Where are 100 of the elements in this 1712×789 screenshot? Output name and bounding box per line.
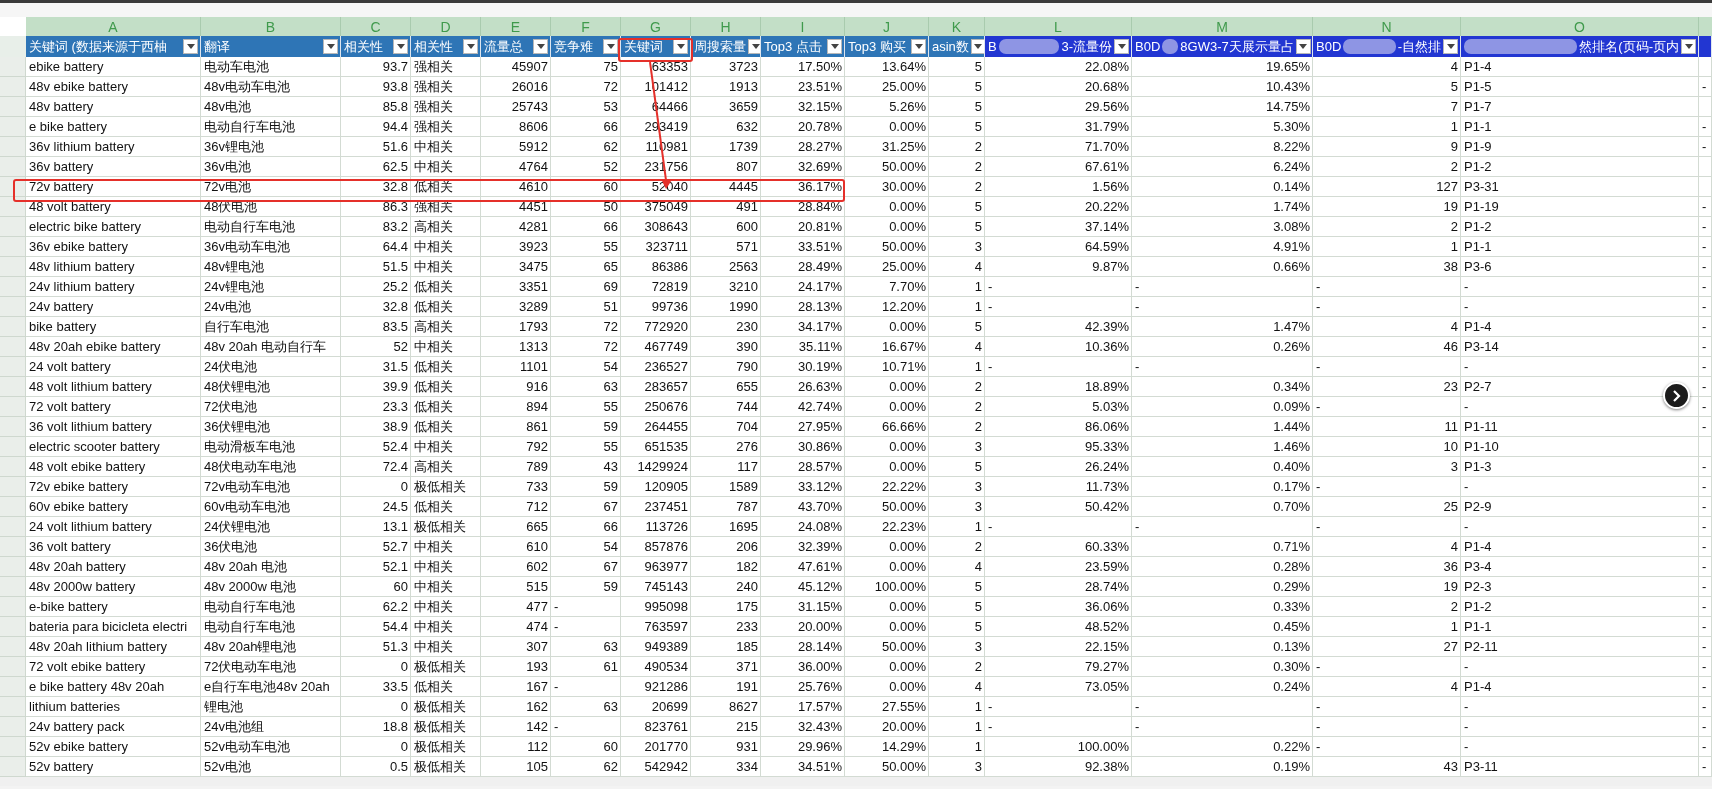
filter-button[interactable] <box>970 39 984 54</box>
column-letter[interactable]: G <box>621 17 691 39</box>
table-cell: 861 <box>481 417 551 437</box>
table-cell: 低相关 <box>411 417 481 437</box>
column-letter[interactable]: I <box>761 17 845 39</box>
table-cell: 5 <box>929 617 985 637</box>
column-letter[interactable]: K <box>929 17 985 39</box>
caret-down-icon <box>751 44 760 49</box>
table-cell: 86386 <box>621 257 691 277</box>
table-cell: - <box>1461 277 1699 297</box>
row-header[interactable] <box>0 197 26 217</box>
table-cell: 51.5 <box>341 257 411 277</box>
table-cell: 54 <box>551 537 621 557</box>
header-label: Top3 购买 <box>848 37 906 56</box>
table-cell: 120905 <box>621 477 691 497</box>
redaction-mark <box>1162 39 1179 54</box>
table-cell: 100.00% <box>845 577 929 597</box>
table-cell: - <box>551 597 621 617</box>
table-cell: 中相关 <box>411 437 481 457</box>
table-cell: 72 <box>551 337 621 357</box>
table-cell: 117 <box>691 457 761 477</box>
filter-button[interactable] <box>183 39 198 54</box>
column-letter[interactable]: A <box>26 17 201 39</box>
table-cell: bateria para bicicleta electri <box>26 617 201 637</box>
table-cell: 20.00% <box>761 617 845 637</box>
table-cell: 36v ebike battery <box>26 237 201 257</box>
table-cell: P2-3 <box>1461 577 1699 597</box>
table-cell: 59 <box>551 577 621 597</box>
table-cell: 67 <box>551 557 621 577</box>
select-all-corner[interactable] <box>0 36 26 57</box>
table-cell: 3923 <box>481 237 551 257</box>
table-cell: 5 <box>929 457 985 477</box>
header-label: Top3 点击 <box>764 37 822 56</box>
table-cell: 48.52% <box>985 617 1132 637</box>
table-cell: 823761 <box>621 717 691 737</box>
filter-button[interactable] <box>603 39 618 54</box>
table-cell: 10.36% <box>985 337 1132 357</box>
table-cell: 24v battery pack <box>26 717 201 737</box>
filter-button[interactable] <box>827 39 842 54</box>
filter-button[interactable] <box>533 39 548 54</box>
table-cell: 48v电池 <box>201 97 341 117</box>
header-label: 然排名(页码-页内 <box>1579 37 1679 56</box>
table-cell: 25.00% <box>845 257 929 277</box>
caret-down-icon <box>536 44 545 49</box>
column-letter[interactable]: H <box>691 17 761 39</box>
table-cell: 0 <box>341 697 411 717</box>
table-cell: 19 <box>1313 197 1461 217</box>
table-cell: 66 <box>551 217 621 237</box>
redaction-mark <box>1343 39 1396 54</box>
column-letter[interactable]: M <box>1132 17 1313 39</box>
table-cell: - <box>1461 477 1699 497</box>
column-letter[interactable]: L <box>985 17 1132 39</box>
filter-button[interactable] <box>1295 39 1311 54</box>
filter-button[interactable] <box>911 39 926 54</box>
table-cell: - <box>1699 657 1712 677</box>
filter-button[interactable] <box>1443 39 1458 54</box>
table-cell: 38 <box>1313 257 1461 277</box>
column-letter[interactable]: B <box>201 17 341 39</box>
filter-button[interactable] <box>463 39 478 54</box>
filter-button[interactable] <box>1681 39 1696 54</box>
filter-button[interactable] <box>1114 39 1129 54</box>
column-letter[interactable]: D <box>411 17 481 39</box>
column-letter[interactable]: F <box>551 17 621 39</box>
row-header[interactable] <box>0 177 26 197</box>
table-cell: 电动自行车电池 <box>201 597 341 617</box>
column-letter[interactable]: E <box>481 17 551 39</box>
table-cell: 48v 20ah lithium battery <box>26 637 201 657</box>
table-cell: 28.14% <box>761 637 845 657</box>
table-cell: 0.40% <box>1132 457 1313 477</box>
filter-button[interactable] <box>323 39 338 54</box>
column-letter[interactable]: C <box>341 17 411 39</box>
filter-button[interactable] <box>748 39 760 54</box>
table-cell: 47.61% <box>761 557 845 577</box>
table-cell: 32.8 <box>341 177 411 197</box>
table-cell: 142 <box>481 717 551 737</box>
column-letter[interactable]: O <box>1461 17 1699 39</box>
table-cell: P1-1 <box>1461 117 1699 137</box>
table-cell: - <box>1699 697 1712 717</box>
table-cell: P3-31 <box>1461 177 1699 197</box>
table-cell: - <box>1699 377 1712 397</box>
table-cell: 23.59% <box>985 557 1132 577</box>
table-cell: 24.08% <box>761 517 845 537</box>
table-cell: 36.06% <box>985 597 1132 617</box>
table-cell: 低相关 <box>411 277 481 297</box>
column-letter[interactable]: J <box>845 17 929 39</box>
table-cell: 949389 <box>621 637 691 657</box>
filter-button[interactable] <box>393 39 408 54</box>
table-cell: 73.05% <box>985 677 1132 697</box>
table-cell: 789 <box>481 457 551 477</box>
table-cell: 95.33% <box>985 437 1132 457</box>
header-label: 8GW3-7天展示量占 <box>1180 37 1294 56</box>
column-letter[interactable]: N <box>1313 17 1461 39</box>
table-cell: 低相关 <box>411 497 481 517</box>
table-cell: - <box>1461 697 1699 717</box>
table-cell: 610 <box>481 537 551 557</box>
table-cell: - <box>1699 417 1712 437</box>
table-cell: 963977 <box>621 557 691 577</box>
table-cell: 71.70% <box>985 137 1132 157</box>
table-cell: 48v 20ah 电动自行车 <box>201 337 341 357</box>
table-cell: e自行车电池48v 20ah <box>201 677 341 697</box>
